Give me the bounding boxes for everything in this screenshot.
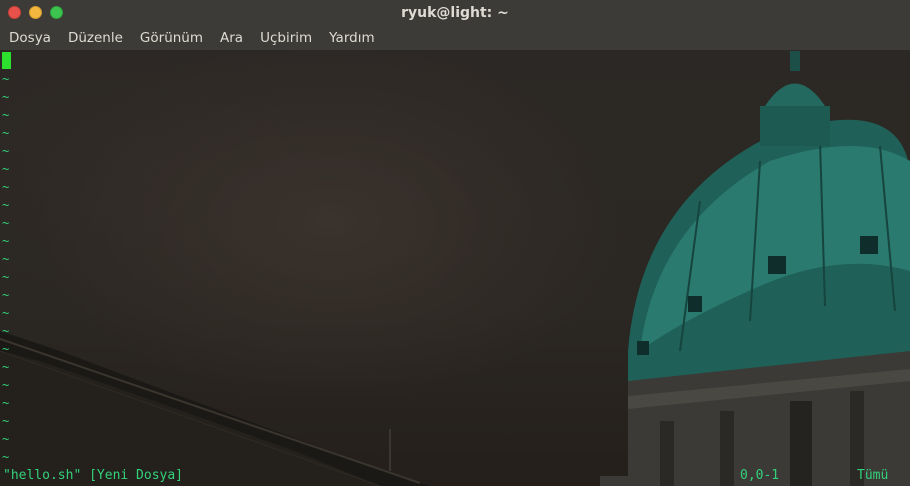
empty-line-marker: ~	[2, 432, 10, 446]
empty-line-marker: ~	[2, 450, 10, 464]
empty-line-marker: ~	[2, 396, 10, 410]
empty-line-marker: ~	[2, 288, 10, 302]
window-controls	[8, 6, 63, 19]
status-file-message: "hello.sh" [Yeni Dosya]	[3, 468, 184, 483]
empty-line-marker: ~	[2, 144, 10, 158]
window-title: ryuk@light: ~	[401, 5, 509, 21]
empty-line-marker: ~	[2, 270, 10, 284]
editor-buffer[interactable]: ~ ~ ~ ~ ~ ~ ~ ~ ~ ~ ~ ~ ~ ~ ~ ~ ~ ~ ~ ~ …	[2, 52, 11, 466]
empty-line-marker: ~	[2, 306, 10, 320]
empty-line-marker: ~	[2, 324, 10, 338]
title-bar[interactable]: ryuk@light: ~	[0, 0, 910, 26]
empty-line-marker: ~	[2, 198, 10, 212]
menu-duzenle[interactable]: Düzenle	[59, 26, 131, 50]
empty-line-marker: ~	[2, 162, 10, 176]
vim-status-line: "hello.sh" [Yeni Dosya] 0,0-1 Tümü	[0, 466, 910, 486]
empty-line-marker: ~	[2, 414, 10, 428]
empty-line-marker: ~	[2, 342, 10, 356]
minimize-window-icon[interactable]	[29, 6, 42, 19]
status-scroll-position: Tümü	[857, 468, 889, 483]
terminal-area[interactable]: ~ ~ ~ ~ ~ ~ ~ ~ ~ ~ ~ ~ ~ ~ ~ ~ ~ ~ ~ ~ …	[0, 51, 910, 486]
empty-line-marker: ~	[2, 360, 10, 374]
menu-gorunum[interactable]: Görünüm	[131, 26, 211, 50]
menu-ara[interactable]: Ara	[211, 26, 251, 50]
empty-line-marker: ~	[2, 180, 10, 194]
empty-line-marker: ~	[2, 378, 10, 392]
empty-line-marker: ~	[2, 252, 10, 266]
background-image	[0, 51, 910, 486]
terminal-window: ryuk@light: ~ Dosya Düzenle Görünüm Ara …	[0, 0, 910, 486]
empty-line-marker: ~	[2, 72, 10, 86]
empty-line-marker: ~	[2, 234, 10, 248]
text-cursor	[2, 52, 11, 69]
menu-ucbirim[interactable]: Uçbirim	[251, 26, 320, 50]
editor-line-cursor	[2, 52, 11, 70]
empty-line-marker: ~	[2, 126, 10, 140]
maximize-window-icon[interactable]	[50, 6, 63, 19]
menu-yardim[interactable]: Yardım	[320, 26, 382, 50]
status-cursor-position: 0,0-1	[740, 468, 780, 483]
close-window-icon[interactable]	[8, 6, 21, 19]
menu-bar: Dosya Düzenle Görünüm Ara Uçbirim Yardım	[0, 26, 910, 51]
empty-line-marker: ~	[2, 216, 10, 230]
menu-dosya[interactable]: Dosya	[0, 26, 59, 50]
empty-line-marker: ~	[2, 108, 10, 122]
empty-line-marker: ~	[2, 90, 10, 104]
